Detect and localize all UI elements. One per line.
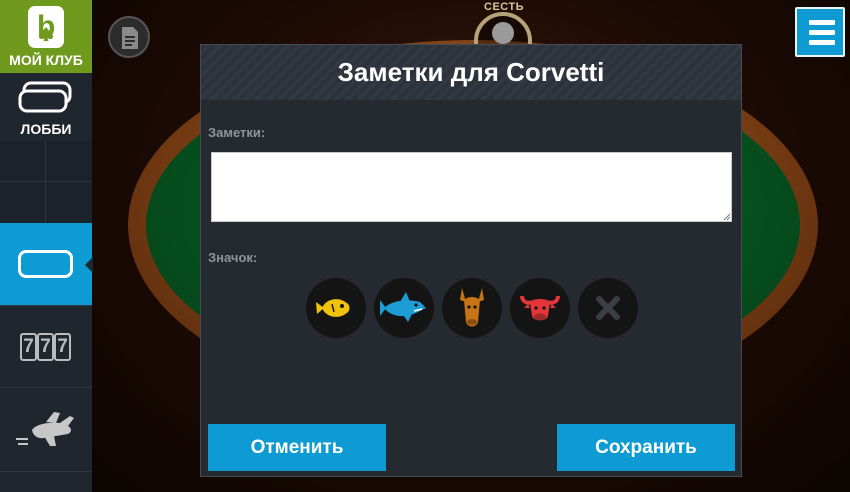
- fish-icon-option[interactable]: [306, 278, 366, 338]
- grid-line: [45, 141, 46, 223]
- close-icon: [596, 296, 620, 320]
- resize-grip-icon[interactable]: [723, 213, 731, 221]
- sidebar: b МОЙ КЛУБ ЛОББИ 7 7 7: [0, 0, 93, 492]
- hamburger-menu-button[interactable]: [795, 7, 845, 57]
- slots-button[interactable]: 7 7 7: [0, 305, 92, 387]
- sit-dot-icon: [492, 22, 514, 44]
- club-logo-icon: b: [28, 6, 64, 48]
- bull-icon: [520, 295, 560, 321]
- hamburger-icon-bar: [809, 30, 835, 35]
- hamburger-icon: [809, 20, 835, 25]
- save-button[interactable]: Сохранить: [557, 424, 735, 471]
- table-pill-icon: [18, 250, 73, 278]
- slots-digit: 7: [37, 333, 54, 361]
- notes-dialog: Заметки для Corvetti Заметки: Значок: От…: [200, 44, 742, 477]
- airplane-icon: [16, 412, 74, 446]
- slots-digit: 7: [54, 333, 71, 361]
- lobby-label: ЛОББИ: [20, 121, 72, 137]
- active-table-button[interactable]: [0, 223, 93, 305]
- document-icon: [122, 27, 138, 49]
- table-grid-button[interactable]: [0, 141, 92, 223]
- clear-icon-option[interactable]: [578, 278, 638, 338]
- donkey-icon: [460, 288, 484, 327]
- sidebar-footer: [0, 471, 92, 492]
- my-club-label: МОЙ КЛУБ: [9, 52, 83, 68]
- lobby-button[interactable]: ЛОББИ: [0, 73, 92, 141]
- grid-line: [0, 181, 92, 182]
- shark-icon-option[interactable]: [374, 278, 434, 338]
- slots-digit: 7: [20, 333, 37, 361]
- dialog-header: Заметки для Corvetti: [201, 45, 741, 100]
- my-club-button[interactable]: b МОЙ КЛУБ: [0, 0, 92, 73]
- icon-label: Значок:: [208, 250, 258, 265]
- notes-label: Заметки:: [208, 125, 266, 140]
- bull-icon-option[interactable]: [510, 278, 570, 338]
- hamburger-icon-bar: [809, 40, 835, 45]
- notes-textarea[interactable]: [211, 152, 732, 222]
- shark-icon: [380, 292, 426, 322]
- lobby-icon: [18, 81, 72, 113]
- aviator-button[interactable]: [0, 387, 92, 471]
- donkey-icon-option[interactable]: [442, 278, 502, 338]
- cancel-button[interactable]: Отменить: [208, 424, 386, 471]
- dialog-title: Заметки для Corvetti: [337, 57, 605, 87]
- fish-icon: [316, 299, 350, 317]
- notes-button[interactable]: [108, 16, 150, 58]
